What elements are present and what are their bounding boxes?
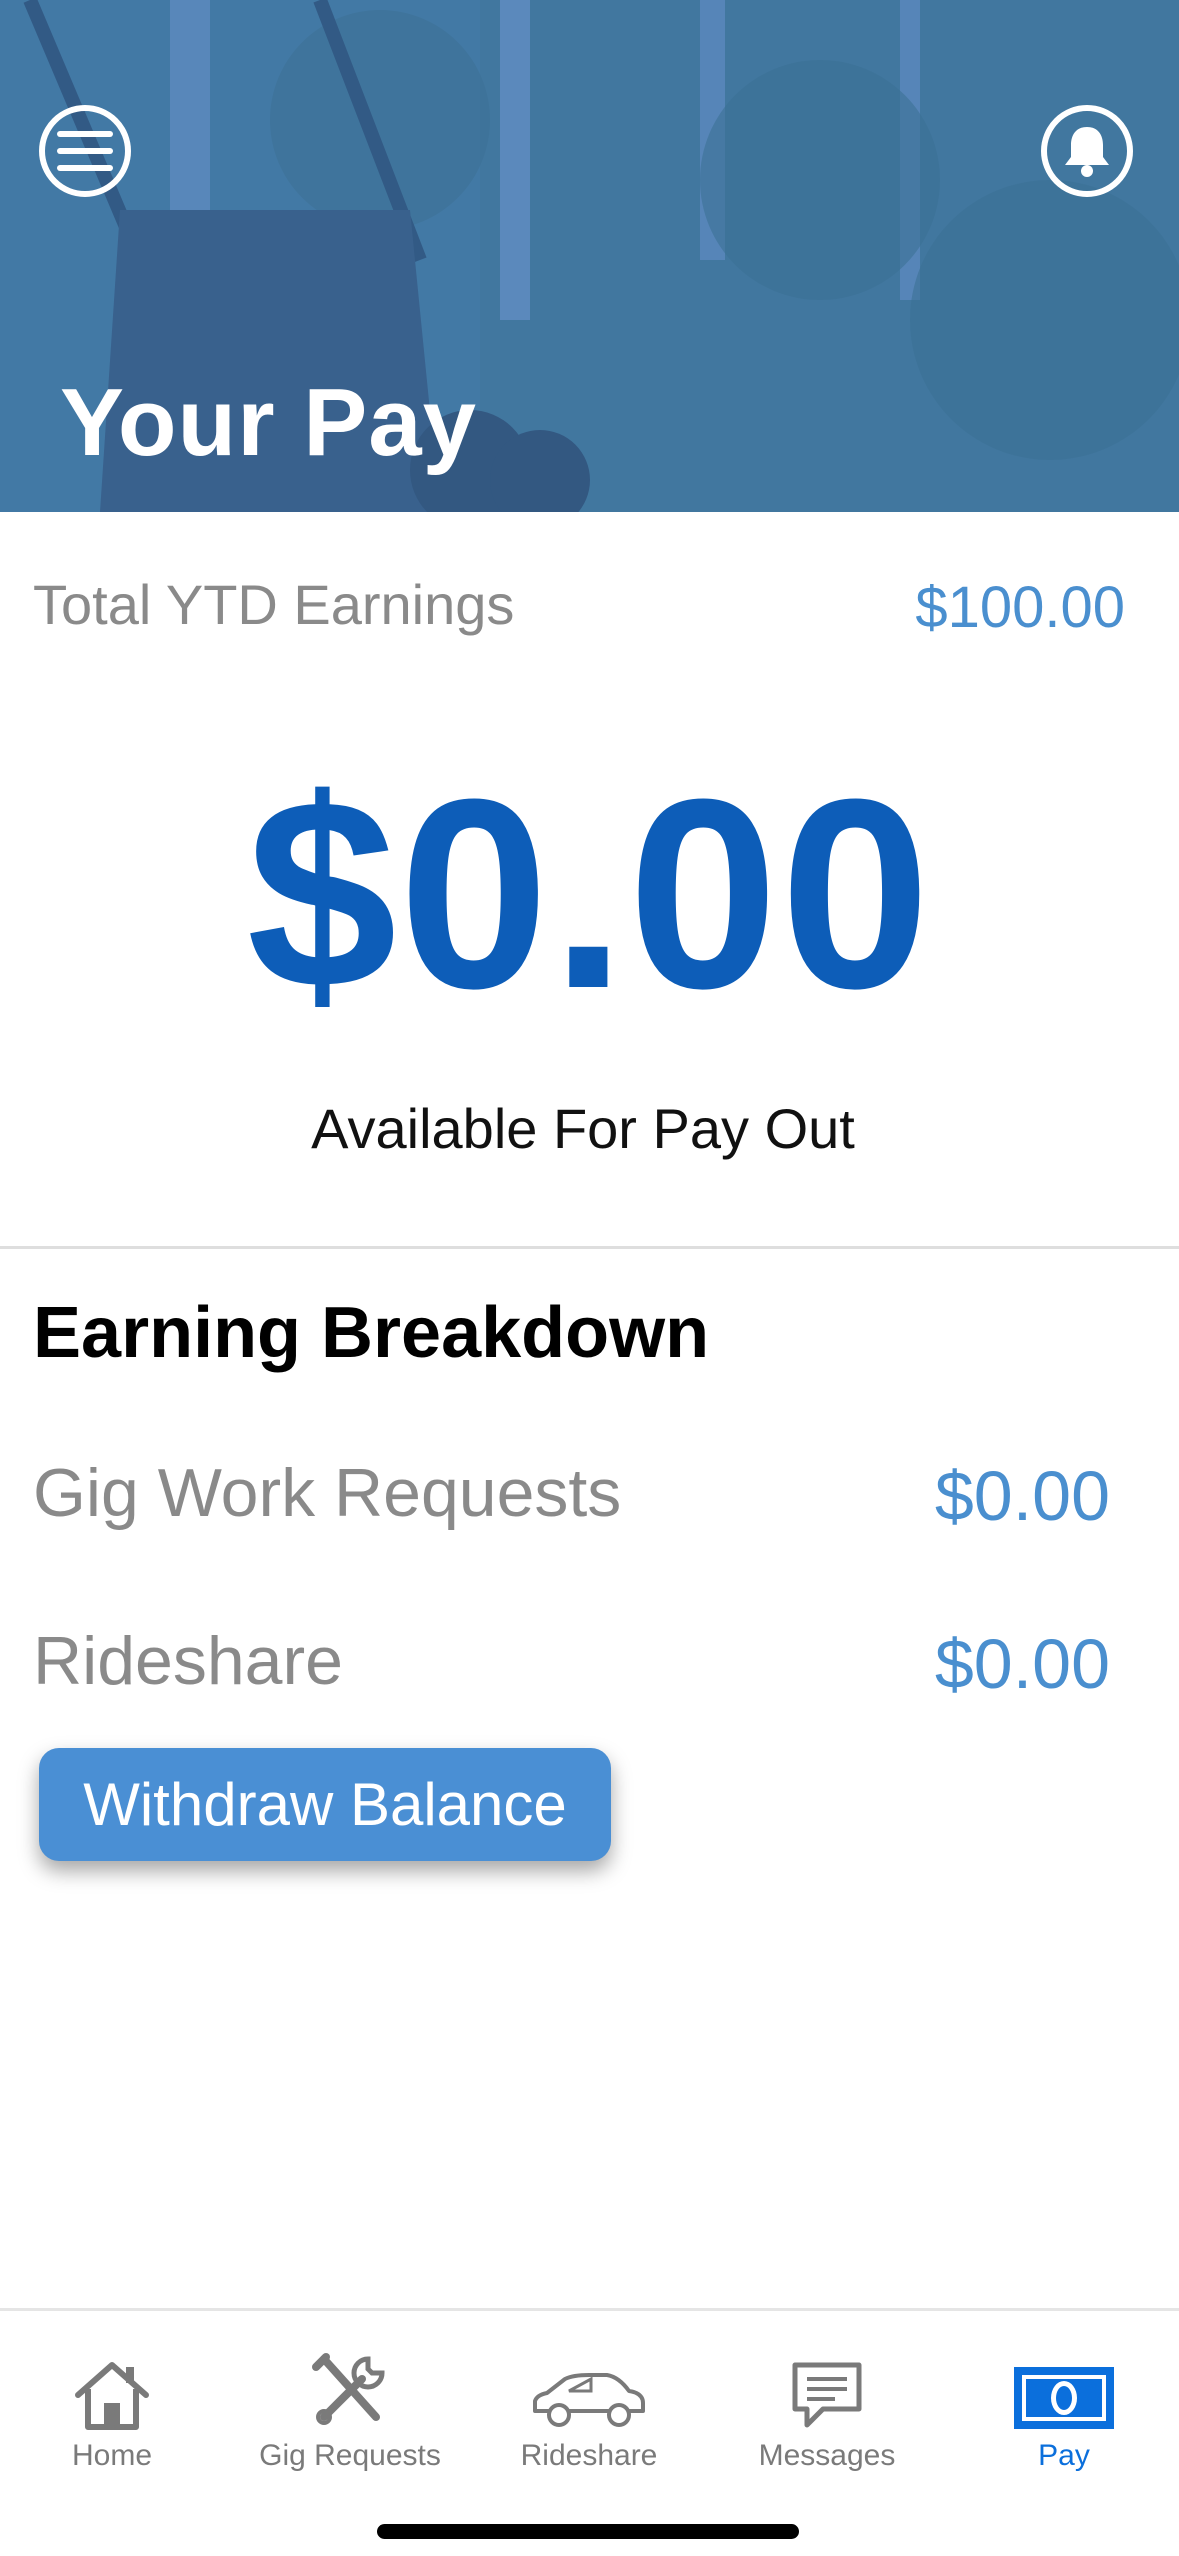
available-balance-amount: $0.00 — [246, 744, 933, 1045]
tab-label: Home — [71, 2439, 153, 2472]
section-divider — [0, 1246, 1179, 1249]
car-icon — [533, 2373, 645, 2427]
notification-bell-icon — [1065, 127, 1109, 177]
tab-rideshare[interactable]: Rideshare — [471, 2341, 707, 2491]
message-icon — [792, 2362, 862, 2428]
bottom-tab-bar: Home Gig Requests Rideshare Messages Pay — [0, 2308, 1179, 2556]
tab-gig-requests[interactable]: Gig Requests — [232, 2341, 468, 2491]
available-balance-caption: Available For Pay Out — [311, 1097, 855, 1160]
breakdown-label: Gig Work Requests — [33, 1455, 622, 1531]
ytd-earnings-row: Total YTD Earnings $100.00 — [33, 560, 1125, 650]
breakdown-value: $0.00 — [934, 1457, 1110, 1535]
tab-pay[interactable]: Pay — [946, 2341, 1179, 2491]
ytd-earnings-value: $100.00 — [915, 575, 1125, 640]
money-icon — [1014, 2367, 1114, 2429]
home-indicator — [377, 2524, 799, 2539]
notifications-button[interactable] — [1041, 105, 1133, 197]
tab-label: Messages — [758, 2439, 896, 2472]
header-banner: Your Pay — [0, 0, 1179, 512]
tools-icon — [312, 2353, 385, 2425]
earning-breakdown-title: Earning Breakdown — [33, 1293, 710, 1373]
tab-messages[interactable]: Messages — [709, 2341, 945, 2491]
breakdown-label: Rideshare — [33, 1623, 343, 1699]
home-icon — [75, 2362, 149, 2430]
tab-label: Gig Requests — [259, 2439, 441, 2472]
breakdown-row-gig-work: Gig Work Requests $0.00 — [33, 1440, 1110, 1550]
page-title: Your Pay — [60, 369, 478, 476]
breakdown-value: $0.00 — [934, 1625, 1110, 1703]
breakdown-row-rideshare: Rideshare $0.00 — [33, 1608, 1110, 1718]
tab-label: Pay — [1038, 2439, 1090, 2472]
menu-button[interactable] — [39, 105, 131, 197]
tab-label: Rideshare — [520, 2439, 658, 2472]
withdraw-balance-button[interactable]: Withdraw Balance — [39, 1748, 611, 1861]
ytd-earnings-label: Total YTD Earnings — [33, 573, 515, 636]
hamburger-menu-icon — [57, 131, 113, 171]
tab-home[interactable]: Home — [0, 2341, 230, 2491]
